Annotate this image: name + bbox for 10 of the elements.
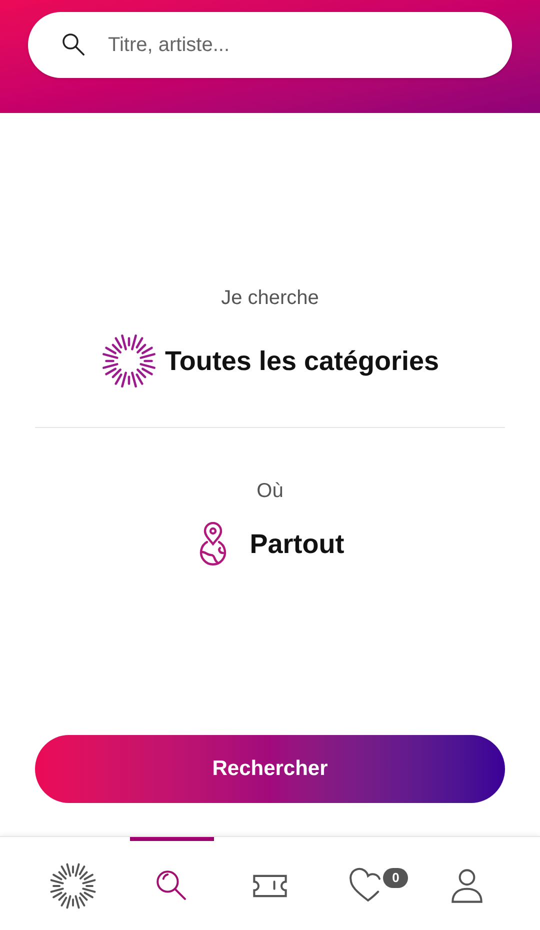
nav-tab[interactable]: 0 <box>326 837 410 930</box>
location-label: Où <box>256 479 284 504</box>
burst-icon <box>49 862 98 910</box>
category-label: Je cherche <box>221 286 319 311</box>
search-field[interactable]: Titre, artiste... <box>28 12 512 78</box>
search-button[interactable]: Rechercher <box>35 735 505 803</box>
category-selector[interactable]: Toutes les catégories <box>100 333 440 389</box>
location-selector[interactable]: Partout <box>196 522 344 566</box>
burst-icon <box>100 333 157 389</box>
count-badge: 0 <box>383 868 408 888</box>
